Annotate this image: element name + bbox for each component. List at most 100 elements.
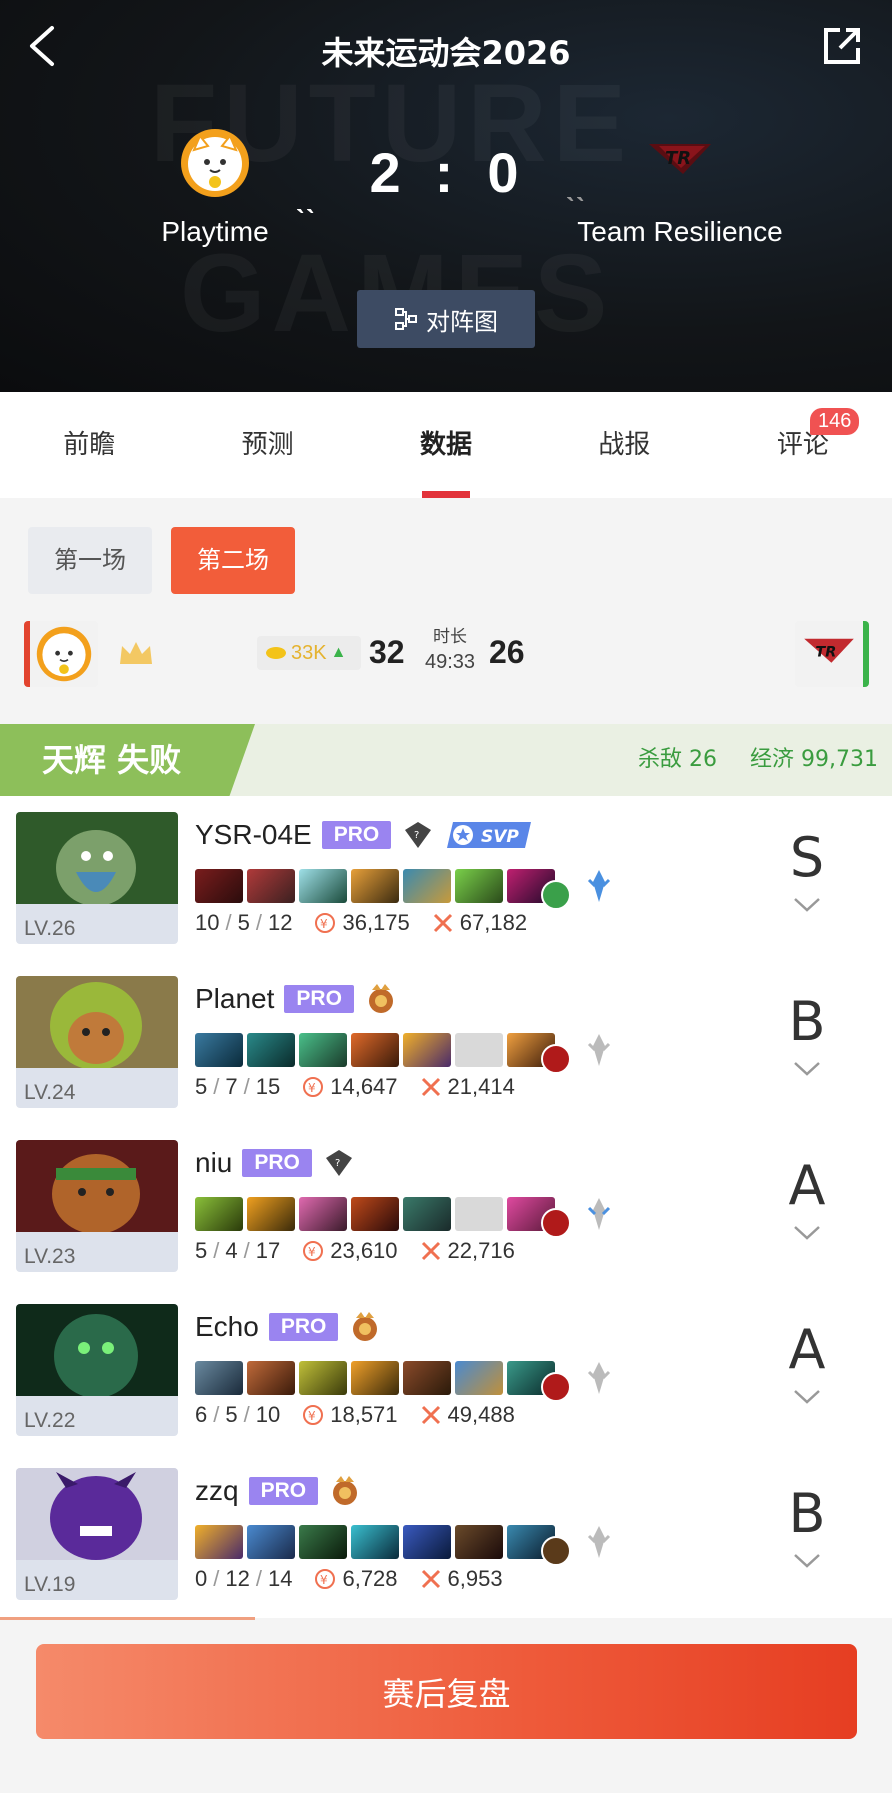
performance-grade: A <box>788 1318 826 1381</box>
bracket-button[interactable]: 对阵图 <box>357 290 535 348</box>
player-row[interactable]: LV.22 Echo PRO 6/ 5/ 10 ¥ 18,571 49,488 <box>0 1288 892 1452</box>
neutral-item-icon[interactable] <box>541 1208 571 1238</box>
player-row[interactable]: LV.23 niu PRO ? 5/ 4/ 17 ¥ 23,610 22,716 <box>0 1124 892 1288</box>
chevron-down-icon[interactable] <box>793 1388 821 1406</box>
duration-label: 时长 <box>433 627 467 647</box>
team-right[interactable]: TR Team Resilience <box>560 128 800 248</box>
empty-item-slot <box>455 1033 503 1067</box>
item-icon[interactable] <box>247 1525 295 1559</box>
item-icon[interactable] <box>299 1525 347 1559</box>
share-external-icon <box>824 28 860 64</box>
svg-text:TR: TR <box>665 148 691 169</box>
player-stats: 10/ 5/ 12 ¥ 36,175 67,182 <box>195 910 528 935</box>
neutral-item-icon[interactable] <box>541 1372 571 1402</box>
share-button[interactable] <box>820 24 864 68</box>
chevron-down-icon[interactable] <box>793 1224 821 1242</box>
item-icon[interactable] <box>195 1361 243 1395</box>
player-row[interactable]: LV.24 Planet PRO 5/ 7/ 15 ¥ 14,647 21,41… <box>0 960 892 1124</box>
item-icon[interactable] <box>299 1033 347 1067</box>
section-tabs: 前瞻 预测 数据 战报 评论 <box>0 392 892 498</box>
item-icon[interactable] <box>247 1361 295 1395</box>
item-build <box>195 1354 613 1402</box>
tab-preview[interactable]: 前瞻 <box>0 392 178 498</box>
kills-right: 26 <box>489 634 525 670</box>
item-icon[interactable] <box>455 869 503 903</box>
player-name[interactable]: Echo <box>195 1311 259 1343</box>
side-banner-radiant: 天辉 失败 杀敌 26 经济 99,731 <box>0 724 892 796</box>
item-build <box>195 862 613 910</box>
comments-count-badge: 146 <box>810 408 860 435</box>
assists: 10 <box>255 1402 281 1427</box>
item-icon[interactable] <box>403 1033 451 1067</box>
item-icon[interactable] <box>351 1033 399 1067</box>
item-icon[interactable] <box>403 1361 451 1395</box>
divine-rank-icon <box>353 1312 378 1341</box>
player-list: LV.26 YSR-04E PRO ? SVP 10/ 5/ 12 ¥ 36,1… <box>0 796 892 1618</box>
team-right-name: Team Resilience <box>577 216 783 247</box>
winner-crown-icon <box>120 642 152 664</box>
item-icon[interactable] <box>247 869 295 903</box>
bracket-icon <box>395 308 417 330</box>
aghanims-scepter-icon <box>587 1362 611 1394</box>
deaths: 12 <box>225 1566 250 1591</box>
tab-data[interactable]: 数据 <box>357 392 535 498</box>
chevron-down-icon[interactable] <box>793 896 821 914</box>
item-icon[interactable] <box>299 1361 347 1395</box>
tab-report[interactable]: 战报 <box>535 392 713 498</box>
item-icon[interactable] <box>351 1525 399 1559</box>
svg-text:¥: ¥ <box>308 1409 316 1423</box>
hero-portrait: LV.26 <box>16 812 178 944</box>
item-icon[interactable] <box>195 1197 243 1231</box>
neutral-item-icon[interactable] <box>541 1044 571 1074</box>
chevron-down-icon[interactable] <box>793 1060 821 1078</box>
player-name[interactable]: YSR-04E <box>195 819 312 851</box>
item-icon[interactable] <box>455 1361 503 1395</box>
player-name[interactable]: niu <box>195 1147 232 1179</box>
player-row[interactable]: LV.19 zzq PRO 0/ 12/ 14 ¥ 6,728 6,953 B <box>0 1452 892 1616</box>
item-icon[interactable] <box>351 1361 399 1395</box>
divine-rank-icon <box>333 1476 358 1505</box>
score-right: 0 <box>487 141 523 204</box>
item-icon[interactable] <box>195 1525 243 1559</box>
neutral-item-icon[interactable] <box>541 880 571 910</box>
pro-badge: PRO <box>284 985 354 1013</box>
item-icon[interactable] <box>403 1525 451 1559</box>
damage-swords-icon <box>421 1241 440 1261</box>
game-summary: 33K ▲ 32 时长 49:33 26 TR <box>0 620 892 688</box>
item-icon[interactable] <box>403 1197 451 1231</box>
team-resilience-logo-icon: TR <box>645 128 715 198</box>
game-2-tab[interactable]: 第二场 <box>171 527 295 594</box>
svg-text:¥: ¥ <box>308 1081 316 1095</box>
page-title: 未来运动会2026 <box>321 34 571 72</box>
item-icon[interactable] <box>403 869 451 903</box>
bracket-label: 对阵图 <box>426 307 498 336</box>
item-icon[interactable] <box>351 869 399 903</box>
team-left-name: Playtime <box>161 216 269 247</box>
player-name[interactable]: Planet <box>195 983 274 1015</box>
item-icon[interactable] <box>455 1525 503 1559</box>
deaths: 5 <box>237 910 250 935</box>
gold-yen-icon: ¥ <box>303 1405 324 1425</box>
player-row[interactable]: LV.26 YSR-04E PRO ? SVP 10/ 5/ 12 ¥ 36,1… <box>0 796 892 960</box>
player-stats: 5/ 7/ 15 ¥ 14,647 21,414 <box>195 1074 515 1099</box>
svg-text:¥: ¥ <box>320 917 328 931</box>
item-icon[interactable] <box>299 1197 347 1231</box>
item-icon[interactable] <box>195 1033 243 1067</box>
item-icon[interactable] <box>247 1033 295 1067</box>
item-icon[interactable] <box>195 869 243 903</box>
tab-prediction[interactable]: 预测 <box>178 392 356 498</box>
hero-level: LV.22 <box>24 1409 76 1432</box>
chevron-down-icon[interactable] <box>793 1552 821 1570</box>
post-match-review-button[interactable]: 赛后复盘 <box>36 1644 857 1739</box>
neutral-item-icon[interactable] <box>541 1536 571 1566</box>
tab-comments[interactable]: 评论 <box>714 392 892 498</box>
item-icon[interactable] <box>247 1197 295 1231</box>
hero-portrait: LV.24 <box>16 976 178 1108</box>
item-icon[interactable] <box>351 1197 399 1231</box>
hero-bristleback-icon <box>16 1140 178 1234</box>
player-name[interactable]: zzq <box>195 1475 239 1507</box>
performance-grade: B <box>788 1482 826 1545</box>
kills: 5 <box>195 1238 208 1263</box>
item-icon[interactable] <box>299 869 347 903</box>
game-1-tab[interactable]: 第一场 <box>28 527 152 594</box>
